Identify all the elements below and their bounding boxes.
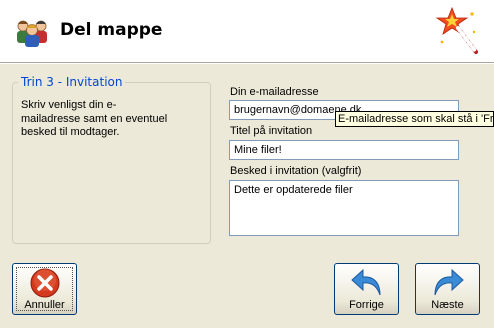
wizard-title: Del mappe [60, 20, 163, 40]
back-arrow-icon [351, 268, 381, 296]
back-button[interactable]: Forrige [334, 263, 399, 315]
cancel-button[interactable]: Annuller [12, 263, 77, 315]
step-description: Skriv venligst din e-mailadresse samt en… [21, 99, 168, 138]
magic-wand-icon [435, 6, 478, 54]
email-label: Din e-mailadresse [230, 86, 319, 98]
next-arrow-icon [434, 268, 464, 296]
wizard-header: Del mappe [0, 0, 494, 63]
email-tooltip: E-mailadresse som skal stå i 'Fra' [335, 111, 494, 127]
invitation-title-field[interactable]: Mine filer! [229, 140, 459, 160]
cancel-button-label: Annuller [24, 299, 65, 311]
header-separator [0, 63, 494, 64]
people-share-icon [17, 20, 47, 47]
next-button[interactable]: Næste [415, 263, 480, 315]
message-label: Besked i invitation (valgfrit) [230, 165, 362, 177]
next-button-label: Næste [431, 299, 464, 311]
back-button-label: Forrige [349, 299, 384, 311]
title-label: Titel på invitation [230, 125, 313, 137]
step-title: Trin 3 - Invitation [18, 75, 126, 89]
message-field[interactable]: Dette er opdaterede filer [229, 180, 459, 236]
cancel-icon [30, 268, 60, 298]
